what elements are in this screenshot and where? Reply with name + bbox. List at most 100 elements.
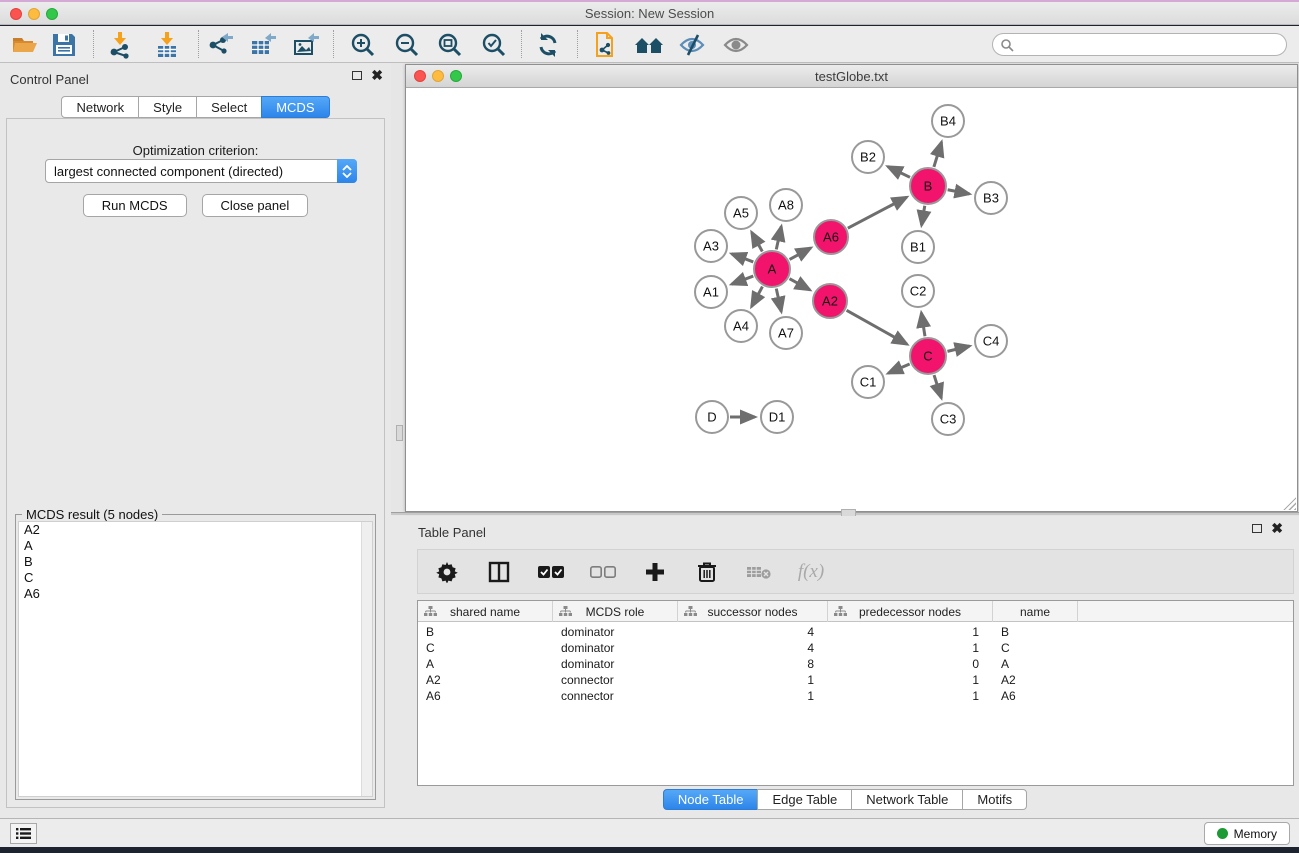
graph-edge-A-A5[interactable] <box>752 232 763 251</box>
run-mcds-button[interactable]: Run MCDS <box>83 194 187 217</box>
mcds-result-groupbox: MCDS result (5 nodes) A2 A B C A6 <box>15 514 376 800</box>
network-window-titlebar[interactable]: testGlobe.txt <box>406 65 1297 88</box>
tab-motifs[interactable]: Motifs <box>962 789 1027 810</box>
cell-successor-nodes: 8 <box>678 656 814 672</box>
mcds-result-list[interactable]: A2 A B C A6 <box>18 521 373 797</box>
graph-node-label: D <box>707 410 716 425</box>
cell-shared-name: A <box>426 656 546 672</box>
show-column-icon[interactable] <box>486 559 512 585</box>
close-panel-icon[interactable]: ✖ <box>371 70 383 80</box>
close-panel-icon[interactable]: ✖ <box>1271 523 1283 533</box>
list-item[interactable]: A <box>19 538 372 554</box>
show-selected-icon[interactable] <box>720 29 752 61</box>
column-type-icon <box>559 606 572 617</box>
node-table[interactable]: shared name MCDS role successor nodes pr… <box>417 600 1294 786</box>
open-session-icon[interactable] <box>8 29 40 61</box>
optimization-criterion-label: Optimization criterion: <box>7 143 384 158</box>
graph-edge-A-A2[interactable] <box>790 279 810 290</box>
graph-edge-A6-B[interactable] <box>848 197 907 228</box>
graph-edge-A-A8[interactable] <box>776 226 781 249</box>
table-row[interactable]: C dominator 4 1 C <box>418 640 1293 656</box>
graph-edge-B-B4[interactable] <box>934 142 942 167</box>
select-all-columns-icon[interactable] <box>538 559 564 585</box>
table-row[interactable]: A2 connector 1 1 A2 <box>418 672 1293 688</box>
graph-edge-B-B2[interactable] <box>888 167 910 178</box>
hide-selected-icon[interactable] <box>676 29 708 61</box>
list-item[interactable]: A2 <box>19 522 372 538</box>
tab-network[interactable]: Network <box>61 96 139 118</box>
graph-edge-C-C2[interactable] <box>921 313 925 336</box>
function-builder-icon[interactable]: f(x) <box>798 559 824 585</box>
graph-node-label: A2 <box>822 294 838 309</box>
vertical-splitter-grip[interactable] <box>396 425 403 441</box>
graph-node-label: A8 <box>778 198 794 213</box>
destroy-table-icon[interactable] <box>746 559 772 585</box>
tab-select[interactable]: Select <box>196 96 262 118</box>
refresh-icon[interactable] <box>532 29 564 61</box>
list-icon <box>16 827 31 840</box>
memory-button[interactable]: Memory <box>1204 822 1290 845</box>
graph-edge-C-C4[interactable] <box>947 346 969 351</box>
macos-titlebar: Session: New Session <box>0 0 1299 25</box>
cell-predecessor-nodes: 1 <box>828 672 979 688</box>
task-history-button[interactable] <box>10 823 37 844</box>
float-panel-icon[interactable] <box>1252 524 1262 533</box>
export-image-icon[interactable] <box>290 29 322 61</box>
column-header-name[interactable]: name <box>993 601 1078 622</box>
delete-columns-icon[interactable] <box>694 559 720 585</box>
graph-edge-A2-C[interactable] <box>847 310 908 344</box>
table-row[interactable]: A dominator 8 0 A <box>418 656 1293 672</box>
graph-edge-A-A7[interactable] <box>776 289 781 312</box>
column-header-mcds-role[interactable]: MCDS role <box>553 601 678 622</box>
graph-edge-C-C1[interactable] <box>888 364 909 373</box>
tab-style[interactable]: Style <box>138 96 197 118</box>
cell-name: A6 <box>1001 688 1071 704</box>
criterion-dropdown[interactable]: largest connected component (directed) <box>45 159 357 183</box>
list-item[interactable]: A6 <box>19 586 372 602</box>
graph-edge-A-A1[interactable] <box>732 276 754 284</box>
tab-edge-table[interactable]: Edge Table <box>757 789 852 810</box>
graph-edge-A-A3[interactable] <box>732 254 754 262</box>
graph-edge-A-A4[interactable] <box>752 287 763 307</box>
create-column-icon[interactable] <box>642 559 668 585</box>
graph-edge-C-C3[interactable] <box>934 375 941 398</box>
show-all-networks-icon[interactable] <box>633 29 665 61</box>
table-row[interactable]: A6 connector 1 1 A6 <box>418 688 1293 704</box>
close-panel-button[interactable]: Close panel <box>202 194 309 217</box>
import-network-icon[interactable] <box>104 29 136 61</box>
window-resize-grip[interactable] <box>1283 497 1296 510</box>
zoom-in-icon[interactable] <box>346 29 378 61</box>
search-icon <box>1000 38 1014 52</box>
column-label: shared name <box>450 605 520 619</box>
toolbar-separator <box>93 30 94 58</box>
graph-edge-B-B3[interactable] <box>948 190 970 194</box>
table-options-icon[interactable] <box>434 559 460 585</box>
new-network-from-file-icon[interactable] <box>590 29 622 61</box>
column-header-shared-name[interactable]: shared name <box>418 601 553 622</box>
tab-network-table[interactable]: Network Table <box>851 789 963 810</box>
search-input[interactable] <box>992 33 1287 56</box>
tab-node-table[interactable]: Node Table <box>663 789 759 810</box>
table-row[interactable]: B dominator 4 1 B <box>418 624 1293 640</box>
graph-edge-A-A6[interactable] <box>790 248 811 259</box>
import-table-icon[interactable] <box>151 29 183 61</box>
zoom-selected-icon[interactable] <box>477 29 509 61</box>
tab-mcds[interactable]: MCDS <box>261 96 329 118</box>
result-list-scrollbar[interactable] <box>361 522 372 796</box>
column-header-successor-nodes[interactable]: successor nodes <box>678 601 828 622</box>
toolbar-separator <box>577 30 578 58</box>
network-canvas[interactable]: B4B2BB3A8A5A6A3B1AC2A1A2A4A7C4CC1DD1C3 <box>407 88 1296 511</box>
save-session-icon[interactable] <box>48 29 80 61</box>
network-graph[interactable]: B4B2BB3A8A5A6A3B1AC2A1A2A4A7C4CC1DD1C3 <box>407 88 1296 511</box>
table-panel-tabs: Node Table Edge Table Network Table Moti… <box>391 789 1299 810</box>
float-panel-icon[interactable] <box>352 71 362 80</box>
column-header-predecessor-nodes[interactable]: predecessor nodes <box>828 601 993 622</box>
zoom-fit-icon[interactable] <box>433 29 465 61</box>
export-table-icon[interactable] <box>247 29 279 61</box>
unselect-all-columns-icon[interactable] <box>590 559 616 585</box>
export-network-icon[interactable] <box>204 29 236 61</box>
list-item[interactable]: B <box>19 554 372 570</box>
graph-edge-B-B1[interactable] <box>922 206 925 226</box>
zoom-out-icon[interactable] <box>390 29 422 61</box>
list-item[interactable]: C <box>19 570 372 586</box>
